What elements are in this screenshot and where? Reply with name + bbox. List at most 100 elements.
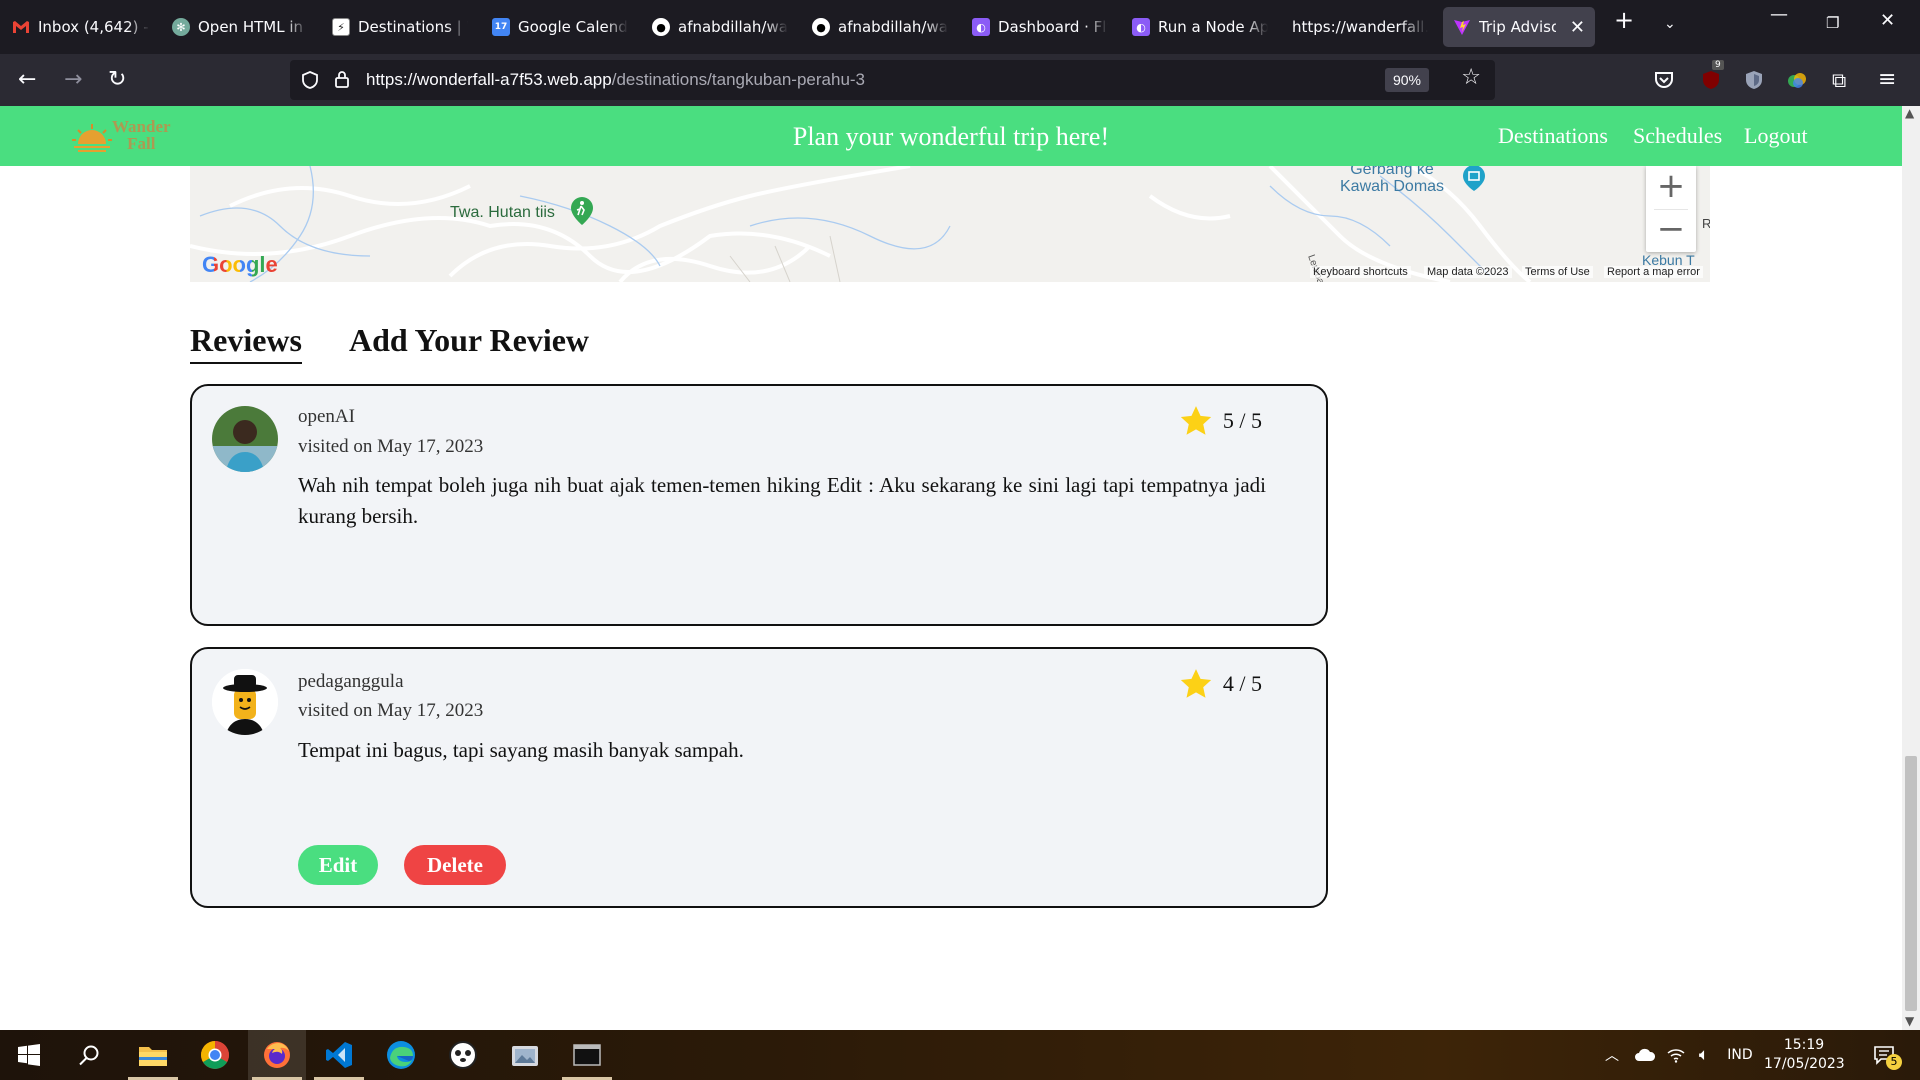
review-card: openAI visited on May 17, 2023 5 / 5 Wah… (190, 384, 1328, 626)
notification-count-badge: 5 (1886, 1054, 1902, 1070)
star-icon (1180, 669, 1212, 698)
google-translate-extension-icon[interactable] (1786, 69, 1808, 91)
tab-github-2[interactable]: ● afnabdillah/wan (812, 7, 948, 47)
avatar (212, 669, 278, 735)
panda-icon (449, 1041, 477, 1069)
tab-chatgpt[interactable]: ✻ Open HTML in B (172, 7, 308, 47)
search-icon (79, 1045, 99, 1066)
lock-icon[interactable] (334, 69, 350, 89)
taskbar-file-explorer[interactable] (124, 1030, 182, 1080)
google-map[interactable]: Lembang Twa. Hutan tiis Gerbang keKawah … (190, 166, 1710, 282)
edit-review-button[interactable]: Edit (298, 845, 378, 885)
map-terms-link[interactable]: Terms of Use (1522, 266, 1593, 278)
bookmark-star-icon[interactable]: ☆ (1461, 65, 1481, 90)
tab-github-1[interactable]: ● afnabdillah/wan (652, 7, 788, 47)
map-report-error-link[interactable]: Report a map error (1604, 266, 1703, 278)
new-tab-button[interactable]: + (1614, 6, 1634, 34)
ublock-icon[interactable]: 9 (1700, 60, 1724, 91)
taskbar-firefox[interactable] (248, 1030, 306, 1080)
review-username: pedaganggula (298, 671, 404, 692)
privacy-shield-icon[interactable] (1743, 69, 1765, 91)
nav-link-logout[interactable]: Logout (1744, 123, 1808, 149)
minimize-window-button[interactable]: — (1770, 4, 1788, 25)
scroll-down-arrow-icon[interactable]: ▼ (1905, 1014, 1914, 1028)
map-zoom-out-button[interactable]: − (1646, 209, 1696, 252)
tab-destinations[interactable]: ⚡ Destinations | W (332, 7, 468, 47)
network-wifi-icon[interactable] (1662, 1030, 1690, 1080)
show-hidden-icons-chevron-icon[interactable]: ︿ (1600, 1030, 1624, 1080)
review-text: Wah nih tempat boleh juga nih buat ajak … (298, 473, 1266, 528)
review-rating: 4 / 5 (1179, 667, 1262, 701)
browser-tab-bar: Inbox (4,642) - a ✻ Open HTML in B ⚡ Des… (0, 0, 1920, 54)
nav-link-destinations[interactable]: Destinations (1498, 123, 1608, 149)
taskbar-photos[interactable] (496, 1030, 554, 1080)
tab-add-your-review[interactable]: Add Your Review (349, 322, 589, 359)
google-logo: Google (202, 252, 278, 277)
scroll-up-arrow-icon[interactable]: ▲ (1905, 106, 1914, 120)
map-keyboard-shortcuts-link[interactable]: Keyboard shortcuts (1310, 266, 1411, 278)
app-menu-icon[interactable]: ≡ (1878, 66, 1896, 94)
github-icon: ● (652, 18, 670, 36)
tab-wanderfall-fly[interactable]: https://wanderfall.fly (1292, 7, 1428, 47)
pocket-icon[interactable] (1653, 69, 1675, 91)
list-tabs-icon[interactable]: ⌄ (1664, 16, 1676, 32)
volume-speaker-icon[interactable]: 🔈︎ (1690, 1030, 1718, 1080)
taskbar-vscode[interactable] (310, 1030, 368, 1080)
review-visit-date: visited on May 17, 2023 (298, 436, 484, 457)
search-button[interactable] (60, 1030, 118, 1080)
onedrive-cloud-icon[interactable] (1630, 1030, 1660, 1080)
delete-review-button[interactable]: Delete (404, 845, 506, 885)
tab-google-calendar[interactable]: 17 Google Calenda (492, 7, 628, 47)
taskbar-edge[interactable] (372, 1030, 430, 1080)
close-window-button[interactable]: ✕ (1880, 10, 1895, 31)
site-header: Wander Fall Plan your wonderful trip here… (0, 106, 1902, 166)
map-zoom-control: + − (1646, 166, 1696, 252)
edge-icon (387, 1041, 415, 1069)
input-language-indicator[interactable]: IND (1722, 1030, 1758, 1080)
map-edge-label: R (1702, 216, 1710, 231)
scrollbar-thumb[interactable] (1905, 756, 1917, 1011)
activity-icon: ⚡ (332, 18, 350, 36)
forward-button[interactable]: → (64, 66, 82, 94)
restore-window-button[interactable]: ❐ (1826, 14, 1839, 32)
review-visit-date: visited on May 17, 2023 (298, 700, 484, 721)
github-icon: ● (812, 18, 830, 36)
shield-icon[interactable] (300, 70, 320, 90)
tab-fly-node[interactable]: ◐ Run a Node App (1132, 7, 1268, 47)
page-scrollbar[interactable]: ▲ ▼ (1902, 106, 1920, 1030)
landmark-pin-icon[interactable] (1462, 166, 1486, 192)
hiking-pin-icon[interactable] (570, 196, 594, 226)
nav-link-schedules[interactable]: Schedules (1633, 123, 1722, 149)
photos-icon (512, 1046, 538, 1066)
notification-center-button[interactable]: 5 (1864, 1030, 1904, 1080)
extensions-puzzle-icon[interactable]: ⧉ (1832, 66, 1846, 94)
tab-trip-advisor[interactable]: Trip Advisor ✕ (1443, 7, 1595, 47)
folder-icon (139, 1047, 167, 1066)
taskbar-pinned-app[interactable] (434, 1030, 492, 1080)
taskbar-terminal[interactable] (558, 1030, 616, 1080)
url-bar[interactable]: https://wonderfall-a7f53.web.app/destina… (290, 60, 1495, 100)
reload-button[interactable]: ↻ (108, 66, 126, 94)
zoom-level-badge[interactable]: 90% (1384, 68, 1429, 92)
tab-reviews[interactable]: Reviews (190, 322, 302, 364)
taskbar-chrome[interactable] (186, 1030, 244, 1080)
close-tab-icon[interactable]: ✕ (1570, 17, 1585, 38)
fly-icon: ◐ (972, 18, 990, 36)
tab-fly-dashboard[interactable]: ◐ Dashboard · Fly (972, 7, 1108, 47)
terminal-icon (573, 1044, 601, 1066)
start-button[interactable] (0, 1030, 58, 1080)
browser-nav-bar: ← → ↻ https://wonderfall-a7f53.web.app/d… (0, 54, 1920, 106)
vscode-icon (326, 1042, 352, 1068)
review-username: openAI (298, 406, 355, 427)
tab-gmail[interactable]: Inbox (4,642) - a (12, 7, 150, 47)
star-icon (1180, 406, 1212, 435)
poi-label-gerbang[interactable]: Gerbang ke Kawah Domas (1340, 166, 1444, 195)
taskbar-clock[interactable]: 15:19 17/05/2023 (1764, 1036, 1845, 1074)
avatar (212, 406, 278, 472)
map-zoom-in-button[interactable]: + (1646, 166, 1696, 209)
poi-label-hutan-tiis[interactable]: Twa. Hutan tiis (450, 204, 555, 222)
back-button[interactable]: ← (18, 66, 36, 94)
windows-logo-icon (18, 1044, 40, 1066)
url-text[interactable]: https://wonderfall-a7f53.web.app/destina… (366, 70, 865, 90)
map-data-attribution: Map data ©2023 (1424, 266, 1512, 278)
